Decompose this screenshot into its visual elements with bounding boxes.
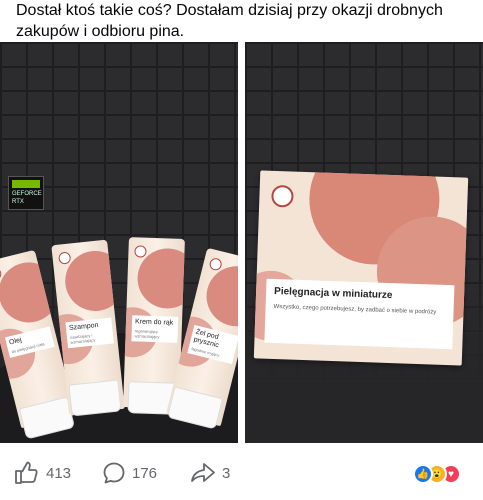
gift-box: Pielęgnacja w miniaturze Wszystko, czego… — [253, 170, 469, 366]
box-subtitle: Wszystko, czego potrzebujesz, by zadbać … — [273, 303, 437, 316]
comment-count: 176 — [132, 464, 158, 482]
post-actions: 413 176 3 👍 😮 ♥ — [0, 447, 483, 500]
comment-icon — [103, 462, 125, 484]
tube-label: Krem do rąk — [134, 318, 174, 327]
thumbs-up-icon — [15, 461, 38, 484]
comment-button[interactable]: 176 — [102, 461, 157, 485]
nvidia-sticker: GEFORCE RTX — [8, 176, 44, 210]
tube-label: Szampon — [68, 321, 99, 332]
share-count: 3 — [222, 464, 231, 482]
brand-logo-icon — [271, 184, 294, 208]
like-count: 413 — [46, 464, 72, 482]
post-text: Dostał ktoś takie coś? Dostałam dzisiaj … — [16, 2, 443, 40]
share-button[interactable]: 3 — [190, 461, 230, 485]
photo-box[interactable]: Pielęgnacja w miniaturze Wszystko, czego… — [245, 42, 483, 443]
tube-label: Olej — [8, 336, 23, 347]
reaction-summary[interactable]: 👍 😮 ♥ — [413, 464, 469, 484]
photo-tubes[interactable]: GEFORCE RTX Olej do pielęgnacji ciała Sza… — [0, 42, 238, 443]
like-reaction-icon: 👍 — [413, 464, 433, 484]
like-button[interactable]: 413 — [14, 461, 71, 485]
share-icon — [191, 463, 215, 482]
box-title: Pielęgnacja w miniaturze — [273, 285, 393, 302]
